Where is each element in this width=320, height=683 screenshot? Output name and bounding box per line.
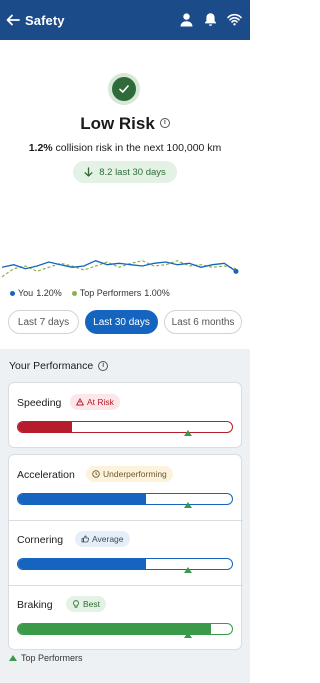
progress-fill bbox=[18, 494, 147, 504]
performance-section: Your Performance i Speeding At Risk Acce… bbox=[0, 349, 250, 683]
you-series-line bbox=[1, 260, 237, 272]
warning-icon bbox=[76, 398, 84, 406]
risk-level-text: Low Risk bbox=[80, 114, 155, 133]
person-icon[interactable] bbox=[179, 12, 194, 27]
triangle-icon bbox=[9, 655, 17, 661]
speeding-card[interactable]: Speeding At Risk bbox=[8, 382, 242, 448]
status-badge: At Risk bbox=[70, 394, 120, 410]
app-bar: Safety bbox=[0, 0, 250, 40]
performance-title: Your Performance bbox=[9, 360, 94, 372]
legend-top-value: 1.00% bbox=[144, 288, 170, 298]
appbar-actions bbox=[179, 12, 242, 27]
status-indicator bbox=[108, 73, 140, 105]
legend-you-value: 1.20% bbox=[36, 288, 62, 298]
badge-text: Underperforming bbox=[103, 469, 167, 479]
clock-icon bbox=[92, 470, 100, 478]
legend-top-performers: Top Performers 1.00% bbox=[71, 288, 170, 298]
check-icon bbox=[112, 77, 136, 101]
range-last-6-months[interactable]: Last 6 months bbox=[164, 310, 242, 334]
range-last-7-days[interactable]: Last 7 days bbox=[8, 310, 79, 334]
thumbs-up-icon bbox=[81, 535, 89, 543]
legend-you-dot bbox=[10, 290, 15, 296]
badge-text: Average bbox=[92, 534, 124, 544]
metrics-card: Acceleration Underperforming Cornering A… bbox=[8, 454, 243, 651]
performance-heading: Your Performance i bbox=[9, 360, 109, 372]
progress-bar bbox=[17, 558, 233, 570]
risk-description-text: collision risk in the next 100,000 km bbox=[52, 142, 222, 154]
legend-you-label: You bbox=[18, 288, 34, 298]
legend-top-dot bbox=[71, 290, 77, 296]
bell-icon[interactable] bbox=[203, 12, 218, 27]
info-icon[interactable]: i bbox=[98, 361, 109, 371]
top-performer-marker bbox=[183, 632, 192, 638]
legend-top-label: Top Performers bbox=[79, 288, 142, 298]
risk-summary: Low Risk i 1.2% collision risk in the nex… bbox=[0, 40, 250, 335]
status-badge: Average bbox=[75, 531, 130, 547]
top-performer-marker bbox=[183, 430, 192, 436]
lightbulb-icon bbox=[73, 600, 79, 608]
trend-text: 8.2 last 30 days bbox=[99, 166, 166, 178]
badge-text: At Risk bbox=[87, 397, 114, 407]
progress-bar bbox=[17, 421, 233, 433]
trend-badge: 8.2 last 30 days bbox=[73, 161, 177, 183]
back-arrow-icon[interactable] bbox=[6, 13, 20, 27]
top-performer-marker bbox=[183, 567, 192, 573]
progress-fill bbox=[18, 422, 72, 432]
page-title: Safety bbox=[25, 12, 65, 28]
wifi-icon[interactable] bbox=[227, 12, 242, 27]
range-last-30-days[interactable]: Last 30 days bbox=[85, 310, 158, 334]
risk-trend-chart bbox=[1, 260, 239, 278]
legend-you: You 1.20% bbox=[10, 288, 62, 298]
progress-bar bbox=[17, 493, 233, 505]
progress-fill bbox=[18, 624, 211, 634]
time-range-selector: Last 7 days Last 30 days Last 6 months bbox=[8, 310, 242, 334]
top-performers-label: Top Performers bbox=[21, 653, 83, 663]
top-performers-legend: Top Performers bbox=[9, 653, 83, 663]
status-badge: Underperforming bbox=[86, 466, 173, 482]
you-latest-point bbox=[233, 268, 239, 274]
metric-acceleration[interactable]: Acceleration Underperforming bbox=[9, 455, 243, 521]
arrow-down-icon bbox=[84, 167, 93, 177]
metric-speeding: Speeding At Risk bbox=[9, 383, 243, 449]
info-icon[interactable]: i bbox=[159, 117, 170, 128]
metric-label: Braking bbox=[17, 599, 53, 611]
risk-percentage: 1.2% bbox=[28, 142, 53, 154]
risk-level-heading: Low Risk i bbox=[0, 114, 250, 134]
chart-legend: You 1.20% Top Performers 1.00% bbox=[10, 288, 170, 298]
progress-fill bbox=[18, 559, 147, 569]
metric-cornering[interactable]: Cornering Average bbox=[9, 520, 243, 586]
top-performer-marker bbox=[183, 502, 192, 508]
metric-braking[interactable]: Braking Best bbox=[9, 585, 243, 651]
metric-label: Acceleration bbox=[17, 469, 75, 481]
risk-description: 1.2% collision risk in the next 100,000 … bbox=[0, 142, 250, 154]
progress-bar bbox=[17, 623, 233, 635]
metric-label: Cornering bbox=[17, 534, 64, 546]
metric-label: Speeding bbox=[17, 397, 62, 409]
status-badge: Best bbox=[66, 596, 107, 612]
badge-text: Best bbox=[83, 599, 101, 609]
